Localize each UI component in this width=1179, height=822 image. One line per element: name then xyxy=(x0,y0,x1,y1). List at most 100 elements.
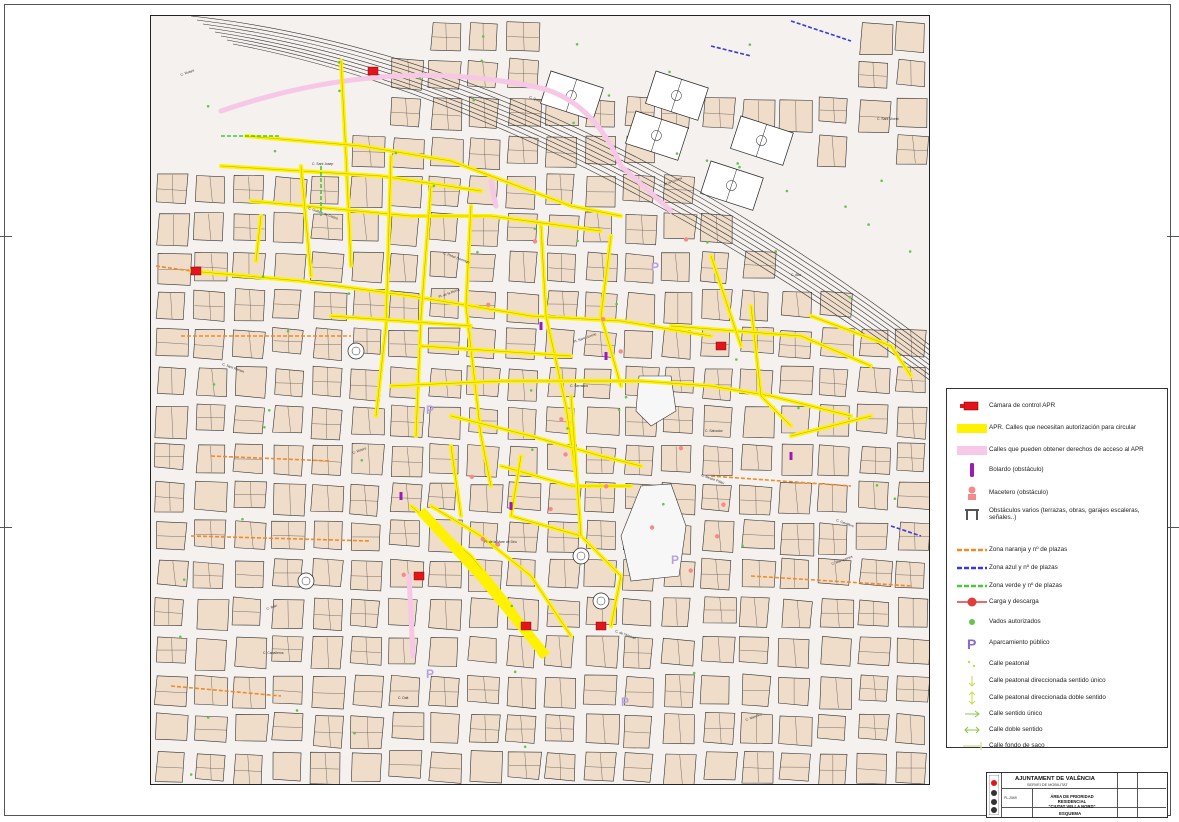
vado-icon xyxy=(533,227,537,231)
city-block xyxy=(664,674,695,708)
city-block xyxy=(311,558,344,588)
plan-title-line1: ÁREA DE PRIORIDAD RESIDENCIAL xyxy=(1050,794,1094,805)
city-block xyxy=(703,751,738,781)
sheet-tick-right-top xyxy=(1167,236,1179,237)
vado-icon xyxy=(481,35,485,38)
planter-icon xyxy=(559,417,564,422)
bollard-icon xyxy=(399,492,403,500)
city-block xyxy=(272,751,302,782)
city-block xyxy=(467,60,499,89)
street-label: C. Sant Vicent xyxy=(877,117,899,121)
legend-aparcamiento-icon: P xyxy=(955,635,989,651)
legend-item-aparcamiento: P Aparcamiento público xyxy=(955,634,1165,652)
legend-label: Calle peatonal xyxy=(989,659,1030,667)
city-block xyxy=(820,635,852,667)
city-block xyxy=(701,635,736,664)
city-block xyxy=(741,519,776,550)
parking-marker: P xyxy=(671,553,679,567)
legend-item-peatonal_unico: Calle peatonal direccionada sentido únic… xyxy=(955,672,1165,690)
bollard-icon xyxy=(539,322,543,330)
vado-icon xyxy=(575,42,579,46)
vado-icon xyxy=(797,406,800,410)
map-canvas[interactable]: PPPPP C. RuayaC. Sant JosepC. Pintor Dom… xyxy=(151,16,930,785)
city-block xyxy=(663,212,698,240)
legend-label: Carga y descarga xyxy=(989,597,1039,605)
city-block xyxy=(310,636,344,670)
vado-icon xyxy=(738,165,741,169)
city-block xyxy=(778,482,813,515)
legend-label: Zona azul y nº de plazas xyxy=(989,563,1058,571)
vado-icon xyxy=(607,94,611,97)
street-label: C. Sant Josep xyxy=(312,162,333,166)
vado-icon xyxy=(347,292,351,295)
vado-icon xyxy=(566,427,569,430)
vado-icon xyxy=(338,89,341,93)
city-block xyxy=(508,250,538,284)
legend-label: Calle sentido único xyxy=(989,709,1043,717)
city-block xyxy=(895,713,925,746)
sheet-tick-right-bottom xyxy=(1167,527,1179,528)
vado-icon xyxy=(418,77,422,80)
planter-icon xyxy=(683,237,689,242)
city-block xyxy=(235,560,265,589)
city-block xyxy=(235,713,270,742)
legend-bolardo-icon xyxy=(955,462,989,478)
city-block xyxy=(389,366,420,399)
city-block xyxy=(858,674,889,702)
roundabout xyxy=(347,342,365,360)
legend-label: Aparcamiento público xyxy=(989,638,1050,646)
camera-icon xyxy=(413,571,425,581)
tb-divider xyxy=(1032,788,1033,817)
vado-icon xyxy=(893,497,897,501)
vado-icon xyxy=(179,635,182,639)
vado-icon xyxy=(576,239,579,243)
street-label: C. Salvador xyxy=(705,429,724,433)
vado-icon xyxy=(735,358,738,361)
vado-icon xyxy=(844,205,847,208)
vado-icon xyxy=(295,709,299,712)
city-block xyxy=(428,637,459,668)
vado-icon xyxy=(615,302,618,306)
sheet-tick-left-bottom xyxy=(0,527,12,528)
sheet-tick-left-top xyxy=(0,236,12,237)
vado-icon xyxy=(572,121,575,125)
bollard-icon xyxy=(789,452,793,460)
city-block xyxy=(232,329,266,360)
city-block xyxy=(310,484,345,513)
tb-divider xyxy=(1137,773,1138,817)
map-legend: Cámara de control APR APR. Calles que nec… xyxy=(946,388,1168,750)
legend-peatonal-icon xyxy=(955,656,989,672)
parking-marker: P xyxy=(426,403,434,417)
city-block xyxy=(547,558,581,589)
vado-icon xyxy=(182,578,186,581)
city-block xyxy=(894,21,925,53)
legend-label: Calles que pueden obtener derechos de ac… xyxy=(989,445,1144,453)
city-block xyxy=(234,636,268,670)
city-block xyxy=(430,97,463,131)
city-block xyxy=(469,750,503,784)
city-block xyxy=(196,367,228,397)
city-block xyxy=(742,406,775,439)
legend-item-naranja: Zona naranja y nº de plazas xyxy=(955,541,1165,559)
street-label: C. Dalt xyxy=(398,696,408,700)
vado-icon xyxy=(880,179,883,183)
legend-label: APR. Calles que necesitan autorización p… xyxy=(989,423,1137,431)
city-block xyxy=(233,753,263,784)
city-map[interactable]: PPPPP C. Ruaya C. Sant Josep C. Pintor Dom… xyxy=(150,15,930,785)
city-block xyxy=(586,406,620,436)
city-block xyxy=(585,251,618,283)
city-shield-icon xyxy=(989,775,999,815)
city-block xyxy=(857,636,892,667)
legend-label: Zona verde y nº de plazas xyxy=(989,581,1063,589)
city-block xyxy=(272,211,305,244)
city-block xyxy=(625,292,656,325)
legend-naranja-icon xyxy=(955,542,989,558)
city-block xyxy=(156,559,189,588)
city-block xyxy=(699,675,730,705)
city-block xyxy=(234,520,267,550)
legend-peatonal_doble-icon xyxy=(955,690,989,706)
vado-icon xyxy=(908,250,912,253)
vado-icon xyxy=(741,544,744,548)
city-block xyxy=(585,713,621,745)
legend-camara-icon xyxy=(955,398,989,414)
